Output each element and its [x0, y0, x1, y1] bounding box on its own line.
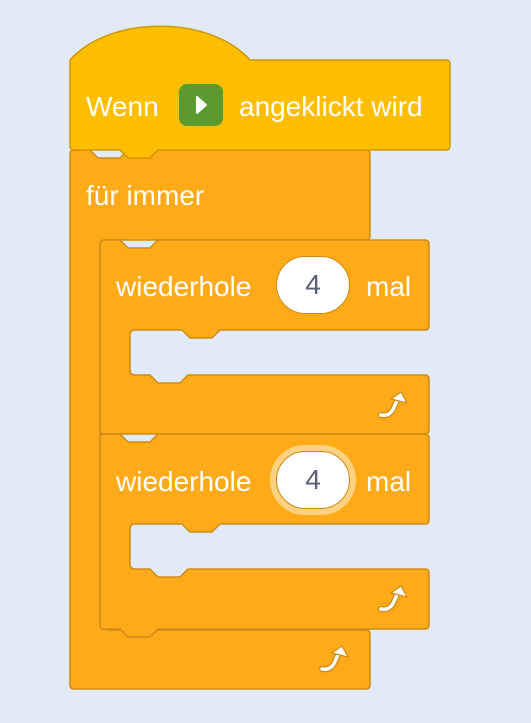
repeat-1-loop-arrow-icon [378, 391, 408, 419]
repeat-2-suffix: mal [366, 466, 412, 497]
repeat-2-loop-arrow-icon [378, 585, 408, 613]
repeat-2-label: wiederhole [116, 466, 252, 497]
hat-label-clicked: angeklickt wird [239, 91, 423, 122]
hat-label-when: Wenn [86, 91, 159, 122]
scratch-code-area: Wenn angeklickt wird für immer wiederhol… [0, 0, 531, 723]
repeat-1-suffix: mal [366, 271, 412, 302]
repeat-2-count-input[interactable]: 4 [276, 451, 350, 509]
forever-label: für immer [86, 180, 205, 211]
green-flag-icon[interactable] [179, 84, 223, 126]
repeat-1-label: wiederhole [116, 271, 252, 302]
repeat-1-count-input[interactable]: 4 [276, 256, 350, 314]
forever-loop-arrow-icon [319, 645, 349, 673]
